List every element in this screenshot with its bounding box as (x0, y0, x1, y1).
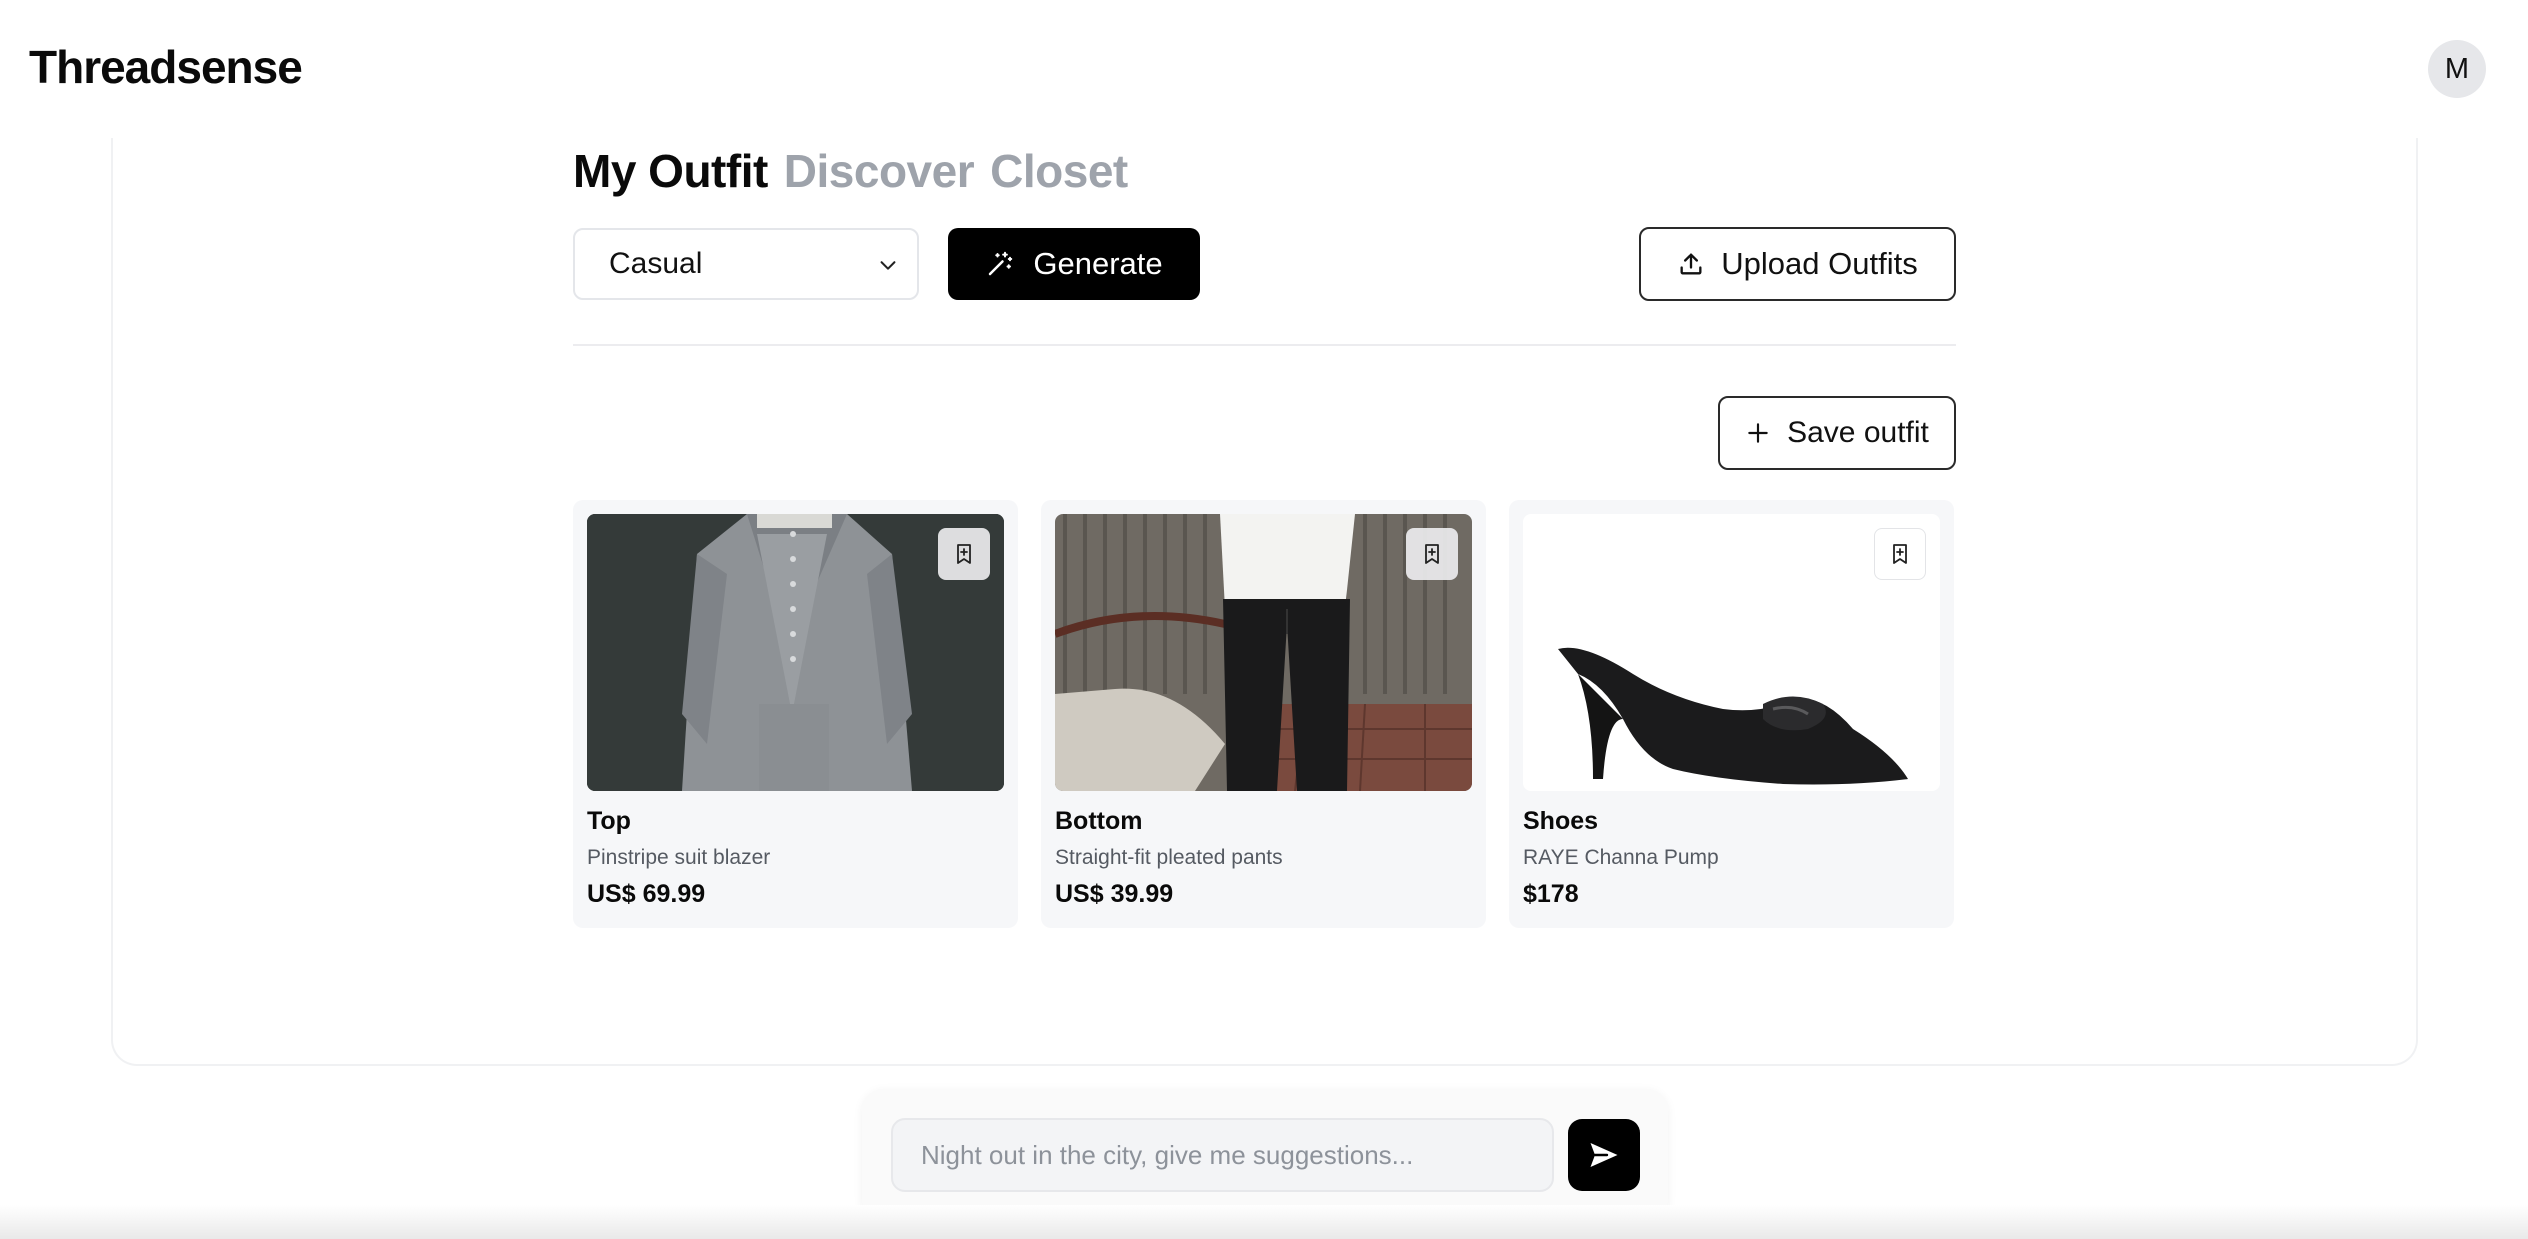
bookmark-plus-icon (1893, 544, 1907, 564)
item-name: Straight-fit pleated pants (1055, 846, 1283, 869)
item-name: RAYE Channa Pump (1523, 846, 1719, 869)
chevron-down-icon (880, 261, 896, 270)
outfit-card-shoes[interactable]: Shoes RAYE Channa Pump $178 (1509, 500, 1954, 928)
bottom-edge (0, 1205, 2528, 1239)
upload-outfits-label: Upload Outfits (1721, 246, 1918, 281)
chat-bar: Night out in the city, give me suggestio… (862, 1089, 1668, 1221)
user-avatar[interactable]: M (2428, 40, 2486, 98)
chat-input[interactable]: Night out in the city, give me suggestio… (891, 1118, 1554, 1192)
bookmark-button[interactable] (1874, 528, 1926, 580)
bookmark-button[interactable] (938, 528, 990, 580)
outfit-card-top[interactable]: Top Pinstripe suit blazer US$ 69.99 (573, 500, 1018, 928)
tab-discover[interactable]: Discover (784, 144, 975, 198)
item-category: Top (587, 807, 631, 835)
send-button[interactable] (1568, 1119, 1640, 1191)
tab-my-outfit[interactable]: My Outfit (573, 144, 768, 198)
generate-button[interactable]: Generate (948, 228, 1200, 300)
send-icon (1590, 1143, 1618, 1167)
upload-outfits-button[interactable]: Upload Outfits (1639, 227, 1956, 301)
chat-input-placeholder: Night out in the city, give me suggestio… (921, 1139, 1414, 1170)
item-category: Shoes (1523, 807, 1599, 835)
save-outfit-label: Save outfit (1787, 416, 1929, 449)
divider (573, 344, 1956, 346)
magic-wand-icon (989, 251, 1013, 276)
avatar-initial: M (2444, 52, 2470, 85)
bookmark-plus-icon (957, 544, 971, 564)
item-price: US$ 69.99 (587, 880, 706, 908)
brand-logo[interactable]: Threadsense (29, 40, 303, 94)
bookmark-button[interactable] (1406, 528, 1458, 580)
occasion-select[interactable]: Casual (573, 228, 919, 300)
tab-closet[interactable]: Closet (990, 144, 1128, 198)
tab-bar: My Outfit Discover Closet (573, 144, 1128, 198)
upload-icon (1680, 253, 1702, 275)
bookmark-plus-icon (1425, 544, 1439, 564)
occasion-select-value: Casual (609, 247, 703, 280)
item-name: Pinstripe suit blazer (587, 846, 771, 869)
item-price: US$ 39.99 (1055, 880, 1174, 908)
plus-icon (1748, 423, 1768, 443)
outfit-card-bottom[interactable]: Bottom Straight-fit pleated pants US$ 39… (1041, 500, 1486, 928)
save-outfit-button[interactable]: Save outfit (1718, 396, 1956, 470)
item-category: Bottom (1055, 807, 1143, 835)
item-price: $178 (1523, 880, 1579, 908)
generate-button-label: Generate (1033, 246, 1163, 281)
